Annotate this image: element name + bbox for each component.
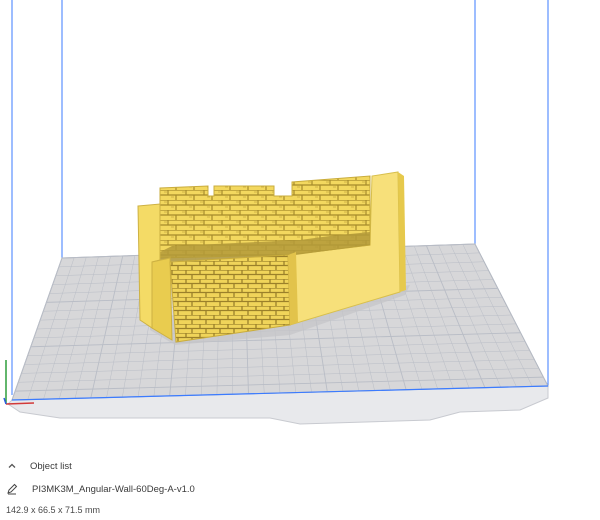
object-name: PI3MK3M_Angular-Wall-60Deg-A-v1.0: [32, 483, 195, 495]
pencil-icon[interactable]: [6, 483, 18, 495]
3d-viewport[interactable]: [0, 0, 600, 450]
object-name-row[interactable]: PI3MK3M_Angular-Wall-60Deg-A-v1.0: [6, 481, 195, 497]
dimensions-text: 142.9 x 66.5 x 71.5 mm: [6, 505, 101, 515]
wall-left-tower-side: [151, 257, 173, 341]
chevron-up-icon[interactable]: [6, 460, 18, 472]
object-dimensions: 142.9 x 66.5 x 71.5 mm: [6, 503, 100, 517]
object-list-header[interactable]: Object list: [6, 458, 72, 474]
object-panel: Object list PI3MK3M_Angular-Wall-60Deg-A…: [0, 452, 600, 520]
viewport-canvas[interactable]: [0, 0, 600, 450]
object-list-label: Object list: [30, 460, 72, 472]
